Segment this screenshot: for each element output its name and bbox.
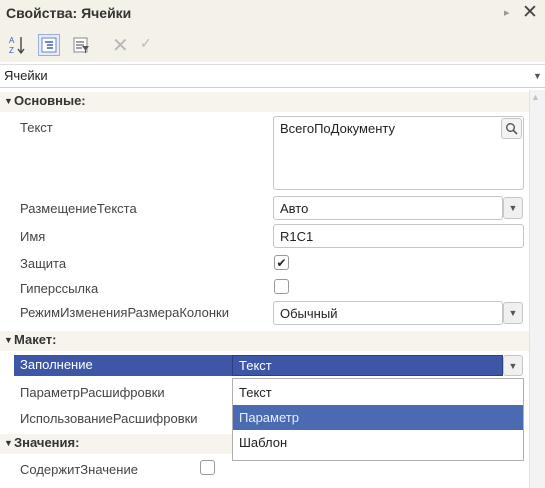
hyperlink-label: Гиперссылка <box>20 281 99 296</box>
column-resize-mode-label: РежимИзмененияРазмераКолонки <box>20 305 229 320</box>
collapse-icon[interactable]: ▼ <box>4 335 13 345</box>
text-placement-value: Авто <box>280 201 309 216</box>
text-value: ВсегоПоДокументу <box>280 121 395 136</box>
protection-checkbox[interactable]: ✔ <box>274 255 289 270</box>
dropdown-arrow-icon[interactable]: ▼ <box>503 355 523 376</box>
collapse-icon[interactable]: ▼ <box>4 438 13 448</box>
search-icon[interactable] <box>501 118 522 139</box>
contains-value-checkbox[interactable] <box>200 460 215 475</box>
delete-icon[interactable]: ✕ <box>112 33 129 58</box>
contains-value-label: СодержитЗначение <box>20 462 138 477</box>
section-layout-title: Макет: <box>14 332 57 347</box>
dropdown-option[interactable]: Шаблон <box>233 430 523 455</box>
dropdown-arrow-icon[interactable]: ▼ <box>503 302 523 324</box>
dropdown-option[interactable]: Текст <box>233 380 523 405</box>
dropdown-arrow-icon[interactable]: ▼ <box>530 66 545 86</box>
scroll-up-icon[interactable]: ▲ <box>531 92 540 102</box>
pin-icon[interactable]: ▸ <box>504 6 510 19</box>
collapse-icon[interactable]: ▼ <box>4 96 13 106</box>
fill-select[interactable]: Текст <box>232 355 503 376</box>
name-label: Имя <box>20 229 46 244</box>
filter-icon[interactable] <box>70 34 92 56</box>
category-view-icon[interactable] <box>38 34 60 56</box>
window-title: Свойства: Ячейки <box>6 5 132 21</box>
svg-text:A: A <box>9 36 15 45</box>
hyperlink-checkbox[interactable] <box>274 279 289 294</box>
name-field[interactable]: R1C1 <box>273 224 524 248</box>
dropdown-option-highlighted[interactable]: Параметр <box>233 405 523 430</box>
object-selector-value: Ячейки <box>4 68 48 83</box>
column-resize-mode-value: Обычный <box>280 306 338 321</box>
checkmark-icon: ✔ <box>276 255 287 270</box>
object-selector[interactable] <box>0 64 545 88</box>
decode-param-label: ПараметрРасшифровки <box>20 385 165 400</box>
text-field[interactable]: ВсегоПоДокументу <box>273 116 524 190</box>
decode-use-label: ИспользованиеРасшифровки <box>20 411 198 426</box>
section-values-title: Значения: <box>14 435 80 450</box>
fill-label: Заполнение <box>20 357 93 372</box>
vertical-scrollbar[interactable] <box>529 90 545 488</box>
sort-az-icon[interactable]: A Z <box>6 34 28 56</box>
protection-label: Защита <box>20 256 67 271</box>
column-resize-mode-select[interactable]: Обычный <box>273 301 503 325</box>
text-label: Текст <box>20 120 53 135</box>
close-icon[interactable]: ✕ <box>522 1 538 24</box>
fill-value: Текст <box>239 358 272 373</box>
svg-text:Z: Z <box>9 46 14 55</box>
text-placement-label: РазмещениеТекста <box>20 201 137 216</box>
section-main-title: Основные: <box>14 93 86 108</box>
checkmark-icon[interactable]: ✓ <box>140 35 152 52</box>
text-placement-select[interactable]: Авто <box>273 196 503 220</box>
dropdown-arrow-icon[interactable]: ▼ <box>503 197 523 219</box>
section-layout[interactable] <box>0 331 529 351</box>
name-value: R1C1 <box>280 229 314 244</box>
